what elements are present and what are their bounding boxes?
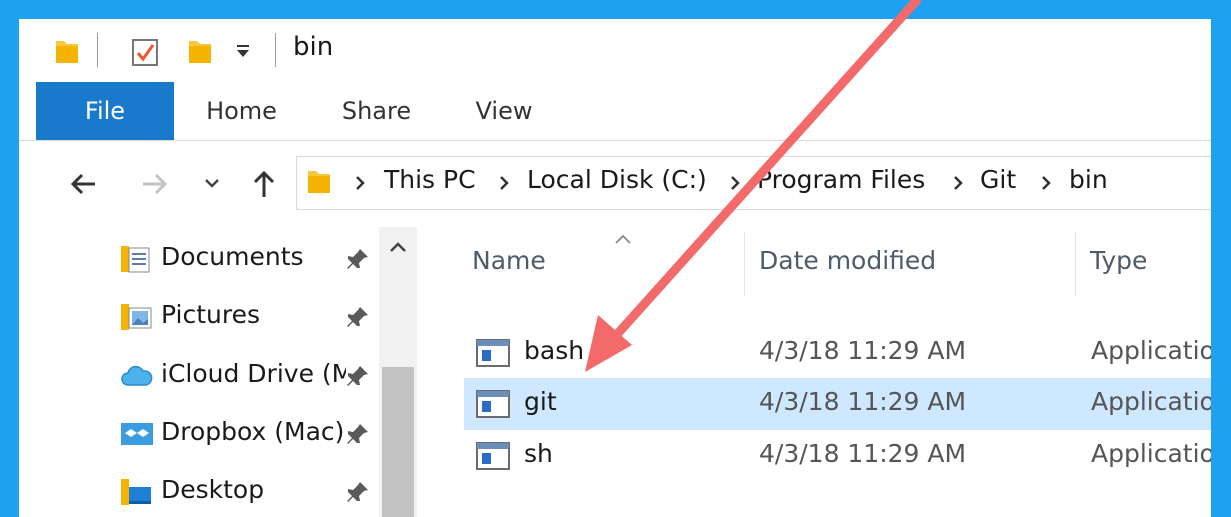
navigation-bar: This PC Local Disk (C:) Program Files Gi… [19, 153, 1211, 215]
nav-item-dropbox[interactable]: Dropbox (Mac) [119, 409, 419, 459]
file-row-sh[interactable]: sh 4/3/18 11:29 AM Application [464, 430, 1211, 482]
application-icon [476, 339, 510, 367]
nav-item-pictures[interactable]: Pictures [119, 292, 419, 342]
icloud-icon [119, 361, 155, 391]
pin-icon[interactable] [345, 421, 371, 447]
desktop-folder-icon [119, 477, 155, 507]
pictures-folder-icon [119, 302, 155, 332]
scrollbar-thumb[interactable] [382, 367, 414, 517]
documents-folder-icon [119, 244, 155, 274]
breadcrumb-this-pc[interactable]: This PC [384, 165, 476, 194]
title-bar: bin [19, 19, 1211, 81]
pin-icon[interactable] [345, 363, 371, 389]
customize-toolbar-dropdown-icon[interactable] [235, 43, 251, 63]
scroll-up-chevron-icon[interactable] [379, 227, 417, 267]
column-header-date-modified[interactable]: Date modified [745, 224, 1075, 304]
properties-checkmark-icon[interactable] [131, 37, 159, 71]
dropbox-icon [119, 419, 155, 449]
toolbar-separator [97, 33, 98, 67]
breadcrumb-chevron-icon[interactable] [950, 175, 966, 191]
up-arrow-icon[interactable] [247, 167, 281, 201]
tab-share[interactable]: Share [324, 82, 429, 140]
nav-item-icloud-drive[interactable]: iCloud Drive (Mac) [119, 351, 419, 401]
breadcrumb-bin[interactable]: bin [1069, 165, 1108, 194]
tab-file[interactable]: File [36, 82, 174, 140]
breadcrumb-chevron-icon[interactable] [1038, 175, 1054, 191]
pin-icon[interactable] [345, 304, 371, 330]
nav-pane-scrollbar[interactable] [379, 227, 417, 517]
navigation-pane: Documents Pictures iCloud Drive (Mac) [19, 224, 424, 517]
pin-icon[interactable] [345, 479, 371, 505]
folder-icon[interactable] [54, 37, 80, 69]
tab-view[interactable]: View [459, 82, 549, 140]
new-folder-icon[interactable] [187, 37, 213, 69]
forward-arrow-icon[interactable] [137, 167, 171, 201]
breadcrumb-chevron-icon[interactable] [727, 175, 743, 191]
back-arrow-icon[interactable] [67, 167, 101, 201]
file-row-bash[interactable]: bash 4/3/18 11:29 AM Application [464, 327, 1211, 379]
application-icon [476, 442, 510, 470]
breadcrumb-git[interactable]: Git [980, 165, 1016, 194]
breadcrumb-program-files[interactable]: Program Files [757, 165, 925, 194]
pin-icon[interactable] [345, 246, 371, 272]
toolbar-separator [275, 33, 276, 67]
tab-home[interactable]: Home [189, 82, 294, 140]
application-icon [476, 390, 510, 418]
folder-icon [307, 167, 331, 199]
address-bar[interactable]: This PC Local Disk (C:) Program Files Gi… [296, 156, 1211, 210]
column-header-name[interactable]: Name [464, 224, 744, 304]
file-row-git[interactable]: git 4/3/18 11:29 AM Application [464, 378, 1211, 430]
nav-item-desktop[interactable]: Desktop [119, 467, 419, 517]
ribbon-tabs: File Home Share View [19, 82, 1211, 141]
file-explorer-window: bin File Home Share View This PC Local D… [19, 19, 1211, 517]
nav-item-documents[interactable]: Documents [119, 234, 419, 284]
file-list: Name Date modified Type bash 4/3/18 11:2… [439, 224, 1211, 517]
breadcrumb-chevron-icon[interactable] [496, 175, 512, 191]
breadcrumb-local-disk[interactable]: Local Disk (C:) [527, 165, 707, 194]
column-header-type[interactable]: Type [1076, 224, 1211, 304]
window-title: bin [293, 32, 334, 62]
sort-ascending-caret-icon [614, 230, 632, 244]
breadcrumb-chevron-icon[interactable] [352, 175, 368, 191]
recent-locations-chevron-icon[interactable] [202, 173, 222, 207]
